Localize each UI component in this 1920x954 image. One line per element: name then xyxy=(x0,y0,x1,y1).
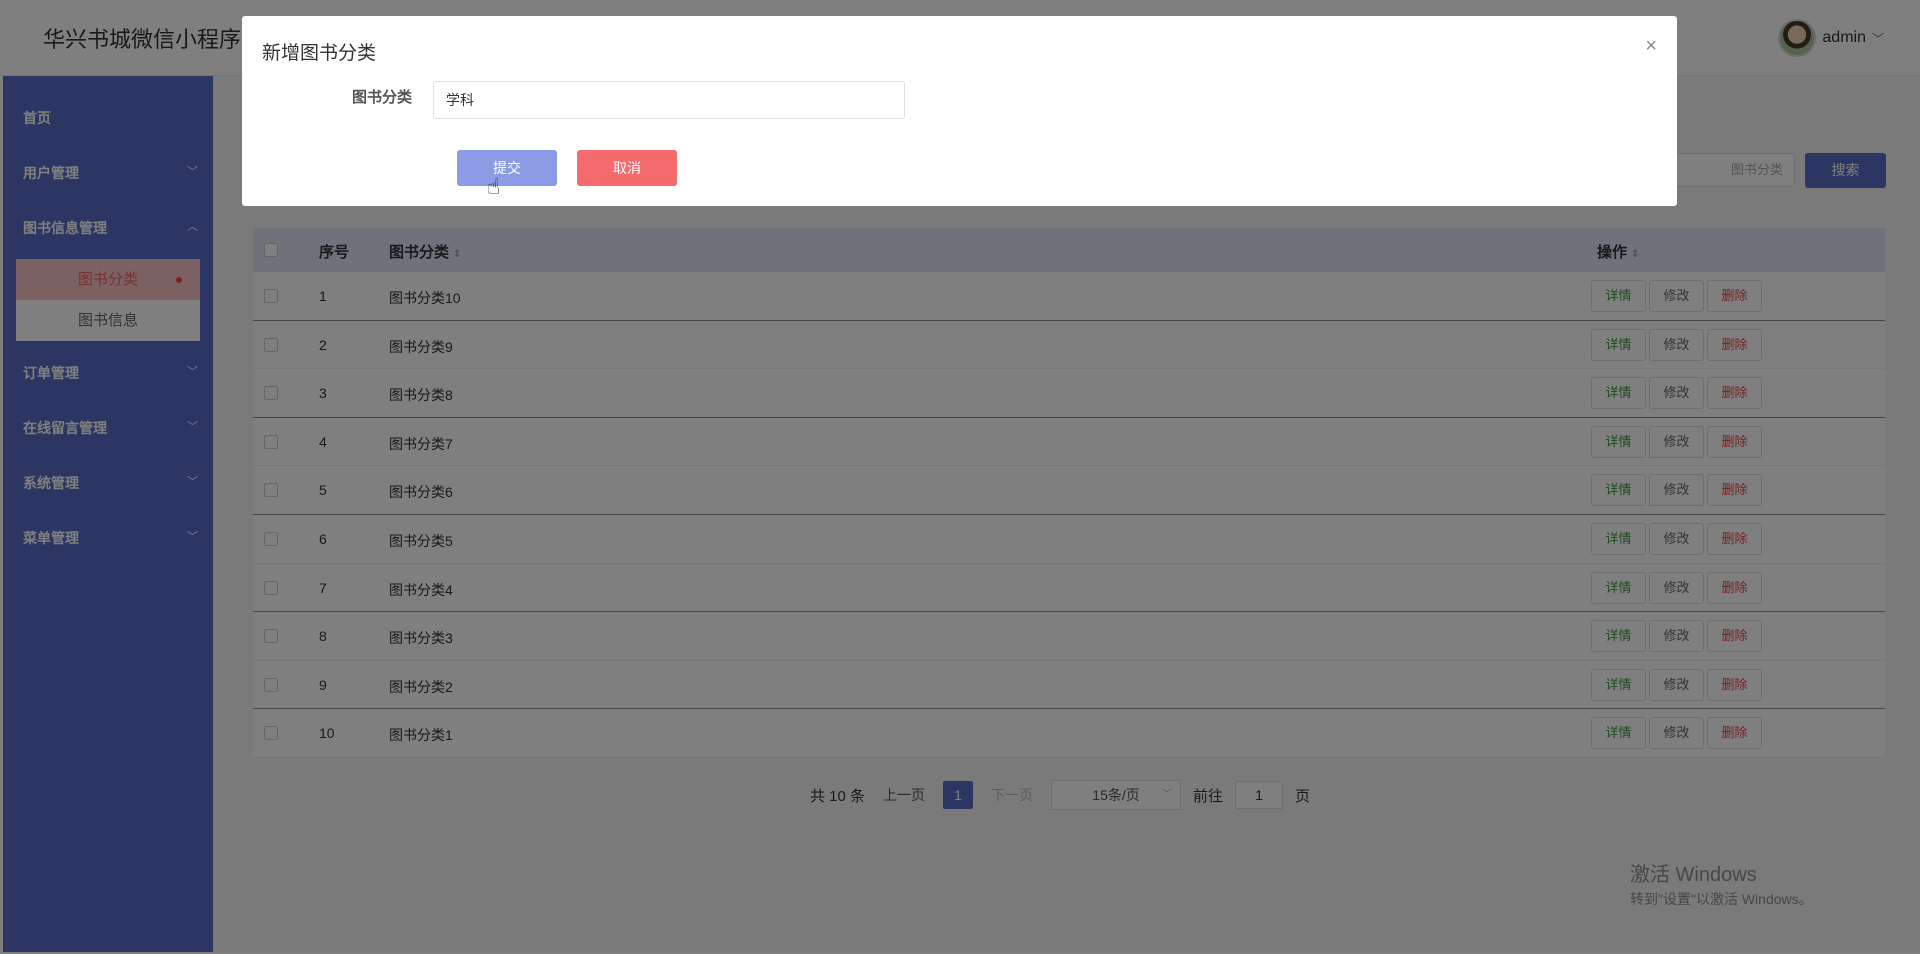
submit-button[interactable]: 提交 xyxy=(457,150,557,186)
hand-cursor-icon: ☝ xyxy=(487,174,501,199)
cancel-button[interactable]: 取消 xyxy=(577,150,677,186)
category-field-label: 图书分类 xyxy=(352,89,413,106)
dialog-title: 新增图书分类 xyxy=(262,43,377,64)
category-input[interactable]: 学科 xyxy=(433,81,905,119)
add-category-dialog: 新增图书分类 × 图书分类 学科 提交 取消 xyxy=(242,16,1677,206)
close-icon[interactable]: × xyxy=(1645,35,1657,58)
